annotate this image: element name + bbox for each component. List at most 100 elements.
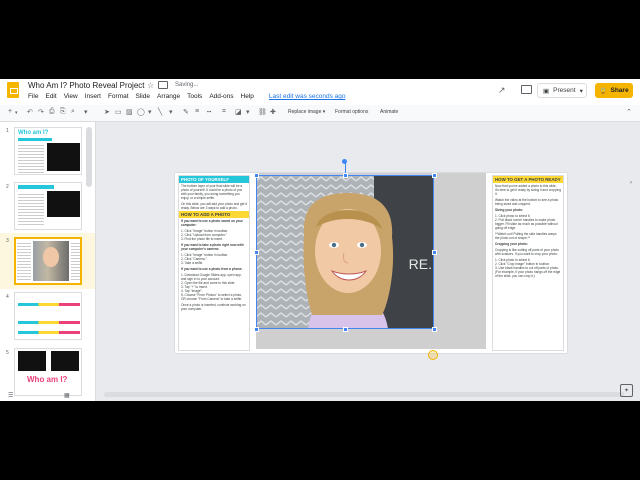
menu-format[interactable]: Format: [108, 93, 129, 100]
slide-thumbnail-5[interactable]: Who am I?: [14, 348, 82, 396]
present-icon: ▣: [543, 87, 550, 95]
resize-handle-top[interactable]: [343, 173, 348, 178]
star-icon[interactable]: ☆: [147, 81, 154, 90]
new-slide-dropdown-icon[interactable]: ▾: [15, 110, 18, 116]
thumb-stripe: [18, 303, 80, 306]
menu-help[interactable]: Help: [241, 93, 254, 100]
border-color-icon[interactable]: ✎: [183, 108, 189, 116]
resize-handle-right[interactable]: [432, 250, 437, 255]
slide-number: 3: [6, 238, 9, 244]
step: 3. Take a selfie.: [181, 261, 204, 265]
menu-slide[interactable]: Slide: [136, 93, 150, 100]
menu-file[interactable]: File: [28, 93, 38, 100]
filmstrip: 1 Who am I? 2 3 4 5 Who am I?: [0, 122, 96, 401]
select-cursor-icon[interactable]: ➤: [104, 108, 110, 116]
format-options-button[interactable]: Format options: [335, 109, 368, 115]
ready-video-note: Watch the video at the bottom to see a p…: [495, 198, 559, 206]
chevron-down-icon[interactable]: ▾: [580, 87, 583, 95]
intro-text: The bottom layer of your final slide wil…: [181, 184, 243, 200]
collapse-toolbar-icon[interactable]: ⌃: [626, 108, 632, 116]
line-dropdown-icon[interactable]: ▾: [169, 108, 173, 116]
border-dash-icon[interactable]: ┅: [207, 108, 211, 116]
link-icon[interactable]: ⛓: [258, 108, 267, 116]
toolbar: + ▾ ↶ ↷ ⎙ ⎘ ⌕ ▾ ➤ ▭ ▨ ◯ ▾ ╲ ▾ ✎ ≡ ┅ ⌗ ◪ …: [0, 106, 640, 122]
slide-thumbnail-2[interactable]: [14, 182, 82, 230]
explore-icon[interactable]: ✦: [620, 384, 633, 397]
paint-format-icon[interactable]: ⎘: [60, 108, 66, 116]
resize-handle-left[interactable]: [254, 250, 259, 255]
border-weight-icon[interactable]: ≡: [195, 108, 199, 115]
menu-arrange[interactable]: Arrange: [157, 93, 180, 100]
line-icon[interactable]: ╲: [158, 108, 162, 116]
step: 5. Choose "From Photos" to select a phot…: [181, 293, 243, 301]
thumb-title: Who am I?: [18, 130, 49, 136]
thumb-banner: [18, 138, 52, 141]
comment-icon[interactable]: [521, 85, 532, 94]
heading-get-photo-ready: HOW TO GET A PHOTO READY: [493, 176, 563, 183]
step-text: Take a selfie.: [184, 261, 204, 265]
menu-bar: File Edit View Insert Format Slide Arran…: [28, 93, 346, 100]
new-slide-icon[interactable]: +: [8, 108, 12, 115]
thumb-video: [51, 351, 79, 371]
activity-trend-icon[interactable]: ↗: [498, 85, 506, 96]
slides-logo-icon[interactable]: [7, 82, 19, 98]
step-text: Choose "From Photos" to select a photo, …: [181, 293, 243, 301]
menu-tools[interactable]: Tools: [187, 93, 202, 100]
share-button[interactable]: 🔒 Share: [595, 83, 633, 98]
resize-handle-bottom[interactable]: [343, 327, 348, 332]
animate-button[interactable]: Animate: [380, 109, 398, 115]
add-comment-icon[interactable]: ✚: [270, 108, 276, 116]
thumb-stripe: [18, 331, 80, 334]
slide-thumbnail-1[interactable]: Who am I?: [14, 127, 82, 175]
redo-icon[interactable]: ↷: [38, 108, 44, 116]
zoom-dropdown-icon[interactable]: ▾: [84, 108, 88, 116]
mask-image-icon[interactable]: ◪: [235, 108, 242, 116]
cropping-intro: Cropping is like cutting off parts of yo…: [495, 248, 559, 256]
warning-note: **Watch out! Pulling the side handles wa…: [495, 232, 557, 240]
grid-view-icon[interactable]: ▦: [64, 392, 70, 399]
shape-dropdown-icon[interactable]: ▾: [148, 108, 152, 116]
option-phone-steps: 1. Download Google Slides app, open app,…: [179, 272, 249, 302]
menu-add-ons[interactable]: Add-ons: [209, 93, 233, 100]
last-edit-link[interactable]: Last edit was seconds ago: [269, 93, 346, 100]
thumb-title: Who am I?: [27, 375, 68, 384]
heading-photo-of-yourself: PHOTO OF YOURSELF: [179, 176, 249, 183]
step: 1. Download Google Slides app, open app,…: [181, 273, 242, 281]
textbox-icon[interactable]: ▭: [115, 108, 122, 116]
shape-icon[interactable]: ◯: [137, 108, 145, 116]
zoom-icon[interactable]: ⌕: [71, 108, 75, 116]
replace-image-label: Replace image: [288, 109, 322, 115]
slide-thumbnail-3[interactable]: [14, 237, 82, 285]
present-button[interactable]: ▣ Present ▾: [537, 83, 587, 98]
undo-icon[interactable]: ↶: [27, 108, 33, 116]
menu-edit[interactable]: Edit: [45, 93, 56, 100]
image-selection-box[interactable]: [256, 175, 434, 329]
side-panel-toggle-icon[interactable]: ›: [630, 180, 632, 186]
image-icon[interactable]: ▨: [126, 108, 133, 116]
horizontal-scrollbar[interactable]: [104, 392, 624, 397]
filmstrip-scrollbar[interactable]: [86, 127, 92, 187]
mask-dropdown-icon[interactable]: ▾: [246, 108, 250, 116]
menu-insert[interactable]: Insert: [85, 93, 101, 100]
instructions-right: HOW TO GET A PHOTO READY Now that you've…: [492, 175, 564, 351]
closing-note: Once a photo is inserted, continue worki…: [181, 303, 246, 311]
resize-handle-top-left[interactable]: [254, 173, 259, 178]
sizing-steps: 1. Click photo to select it. 2. Pull bla…: [493, 213, 563, 231]
resize-handle-top-right[interactable]: [432, 173, 437, 178]
replace-image-button[interactable]: Replace image ▾: [288, 109, 325, 115]
rotate-handle[interactable]: [342, 159, 347, 164]
resize-handle-bottom-right[interactable]: [432, 327, 437, 332]
instructions-left: PHOTO OF YOURSELF The bottom layer of yo…: [178, 175, 250, 351]
slide-thumbnail-4[interactable]: [14, 292, 82, 340]
document-title[interactable]: Who Am I? Photo Reveal Project: [28, 81, 145, 90]
list-view-icon[interactable]: ☰: [8, 392, 13, 399]
resize-handle-bottom-left[interactable]: [254, 327, 259, 332]
crop-icon[interactable]: ⌗: [222, 108, 226, 116]
slide-number: 5: [6, 350, 9, 356]
menu-view[interactable]: View: [64, 93, 78, 100]
print-icon[interactable]: ⎙: [49, 108, 55, 116]
thumb-photo: [33, 241, 69, 281]
move-to-folder-icon[interactable]: [158, 81, 168, 89]
lock-icon: 🔒: [599, 87, 608, 95]
ready-intro: Now that you've added a photo to this sl…: [495, 184, 561, 196]
